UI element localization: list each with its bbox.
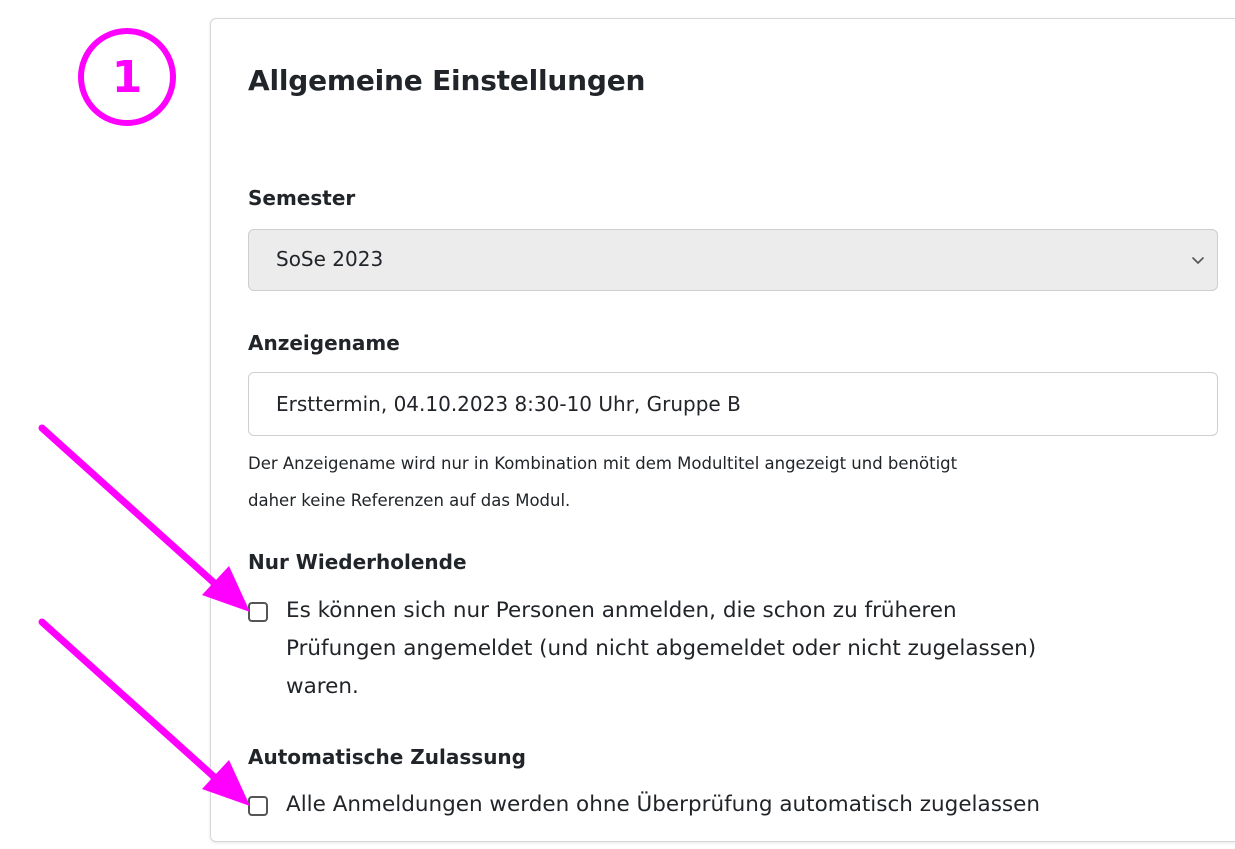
arrow-to-repeaters-checkbox (38, 424, 250, 612)
screenshot-stage: 1 Allgemeine Einstellungen Semester SoSe… (0, 0, 1235, 849)
arrow-to-auto-admission-checkbox (38, 618, 250, 806)
annotation-arrows (38, 424, 250, 806)
